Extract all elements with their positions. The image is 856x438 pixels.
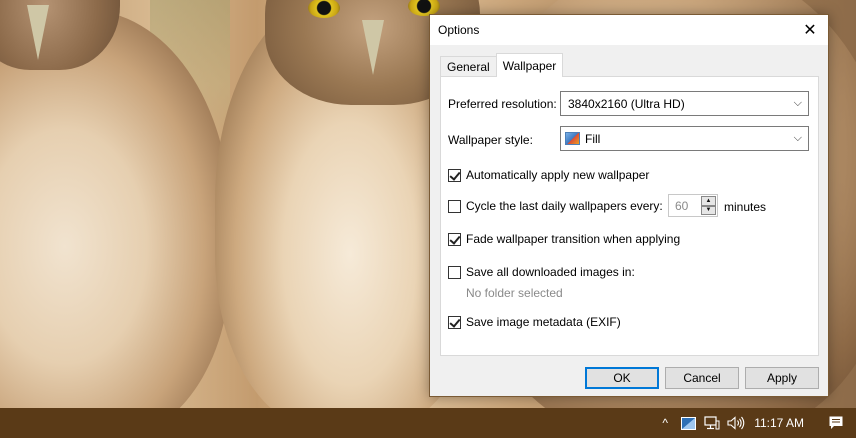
save-folder-path: No folder selected xyxy=(466,286,563,300)
action-center-icon xyxy=(829,416,843,429)
preferred-resolution-value: 3840x2160 (Ultra HD) xyxy=(568,96,685,111)
save-metadata-checkbox[interactable] xyxy=(448,315,461,329)
preferred-resolution-select[interactable]: 3840x2160 (Ultra HD) ⌵ xyxy=(560,91,809,116)
volume-button[interactable] xyxy=(724,408,748,438)
save-images-checkbox[interactable] xyxy=(448,265,461,279)
cycle-minutes-stepper[interactable]: 60 ▲ ▼ xyxy=(668,194,718,217)
cycle-minutes-value: 60 xyxy=(675,198,689,213)
wallpaper-style-label: Wallpaper style: xyxy=(448,133,533,147)
save-metadata-checkbox-row[interactable]: Save image metadata (EXIF) xyxy=(448,315,621,329)
save-images-label: Save all downloaded images in: xyxy=(466,265,635,279)
action-center-button[interactable] xyxy=(816,408,856,438)
stepper-buttons: ▲ ▼ xyxy=(701,196,716,215)
close-button[interactable]: ✕ xyxy=(792,15,828,45)
fade-checkbox-row[interactable]: Fade wallpaper transition when applying xyxy=(448,232,680,246)
chevron-down-icon: ⌵ xyxy=(793,97,802,109)
cycle-label: Cycle the last daily wallpapers every: xyxy=(466,199,663,213)
fill-style-icon xyxy=(565,132,580,145)
wallpaper-style-select[interactable]: Fill ⌵ xyxy=(560,126,809,151)
fade-label: Fade wallpaper transition when applying xyxy=(466,232,681,246)
network-icon xyxy=(704,416,720,430)
close-icon: ✕ xyxy=(803,22,817,39)
wallpaper-style-value: Fill xyxy=(585,131,601,146)
show-hidden-icons-button[interactable]: ^ xyxy=(654,408,676,438)
cycle-checkbox[interactable] xyxy=(448,199,461,213)
tab-wallpaper[interactable]: Wallpaper xyxy=(495,53,564,77)
save-images-checkbox-row[interactable]: Save all downloaded images in: xyxy=(448,265,635,279)
wallpaper-tab-panel: Preferred resolution: 3840x2160 (Ultra H… xyxy=(440,76,819,356)
app-tray-icon xyxy=(680,416,696,430)
preferred-resolution-label: Preferred resolution: xyxy=(448,97,557,111)
volume-icon xyxy=(727,416,745,430)
chevron-up-icon: ^ xyxy=(662,416,668,430)
cancel-button[interactable]: Cancel xyxy=(665,367,739,389)
dialog-titlebar[interactable]: Options ✕ xyxy=(430,15,828,45)
triangle-up-icon: ▲ xyxy=(705,197,712,204)
chevron-down-icon: ⌵ xyxy=(793,132,802,144)
wallpaper-owl-beak xyxy=(27,5,49,60)
tab-general[interactable]: General xyxy=(440,56,497,77)
options-dialog: Options ✕ General Wallpaper Preferred re… xyxy=(429,14,829,397)
triangle-down-icon: ▼ xyxy=(705,207,712,214)
tab-strip: General Wallpaper xyxy=(440,53,564,77)
clock[interactable]: 11:17 AM xyxy=(748,408,816,438)
apply-button[interactable]: Apply xyxy=(745,367,819,389)
cycle-unit-label: minutes xyxy=(724,200,767,214)
fade-checkbox[interactable] xyxy=(448,232,461,246)
stepper-down-button[interactable]: ▼ xyxy=(701,205,716,215)
cycle-checkbox-row[interactable]: Cycle the last daily wallpapers every: xyxy=(448,199,663,213)
wallpaper-owl-beak xyxy=(362,20,384,75)
save-metadata-label: Save image metadata (EXIF) xyxy=(466,315,621,329)
stepper-up-button[interactable]: ▲ xyxy=(701,196,716,206)
app-tray-button[interactable] xyxy=(676,408,700,438)
auto-apply-label: Automatically apply new wallpaper xyxy=(466,168,650,182)
dialog-title: Options xyxy=(438,23,480,37)
ok-button[interactable]: OK xyxy=(585,367,659,389)
taskbar: ^ 11:17 AM xyxy=(0,408,856,438)
auto-apply-checkbox[interactable] xyxy=(448,168,461,182)
auto-apply-checkbox-row[interactable]: Automatically apply new wallpaper xyxy=(448,168,649,182)
network-button[interactable] xyxy=(700,408,724,438)
